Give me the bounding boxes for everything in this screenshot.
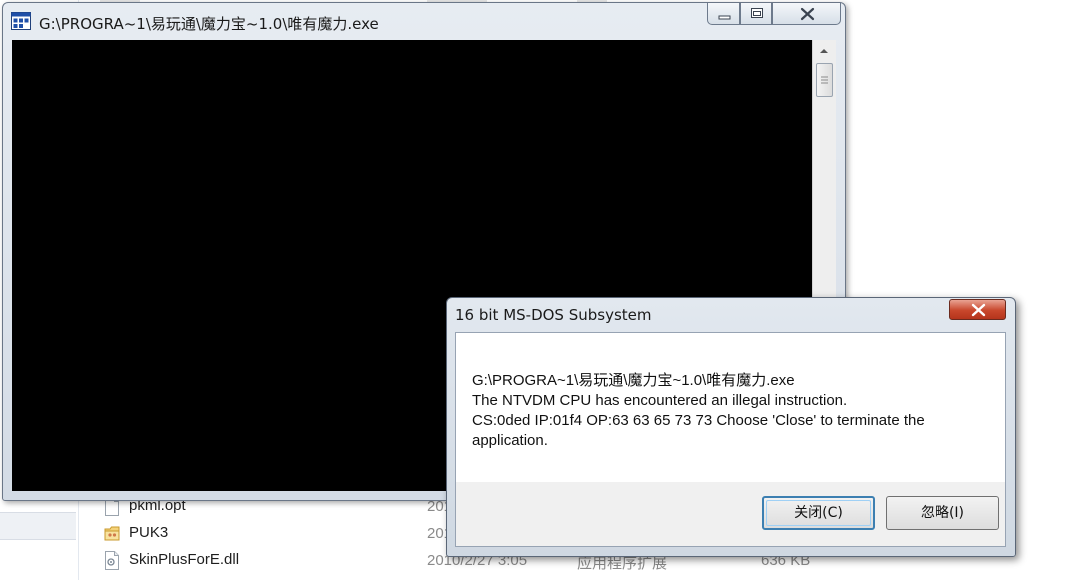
file-name: PUK3 (129, 524, 169, 541)
dialog-close-button[interactable] (949, 299, 1006, 320)
dll-file-icon (105, 551, 119, 570)
ignore-button[interactable]: 忽略(I) (886, 496, 999, 530)
focus-ring (766, 500, 871, 526)
dialog-message: G:\PROGRA~1\易玩通\魔力宝~1.0\唯有魔力.exe The NTV… (472, 371, 992, 451)
file-name: SkinPlusForE.dll (129, 551, 240, 568)
close-icon (800, 7, 815, 21)
console-window-title: G:\PROGRA~1\易玩通\魔力宝~1.0\唯有魔力.exe (39, 15, 379, 33)
close-application-button[interactable]: 关闭(C) (762, 496, 875, 530)
dialog-message-area: G:\PROGRA~1\易玩通\魔力宝~1.0\唯有魔力.exe The NTV… (456, 333, 1005, 482)
minimize-icon (718, 15, 731, 20)
message-line-path: G:\PROGRA~1\易玩通\魔力宝~1.0\唯有魔力.exe (472, 372, 795, 389)
message-line-details: CS:0ded IP:01f4 OP:63 63 65 73 73 Choose… (472, 412, 929, 449)
maximize-icon (751, 8, 763, 18)
console-app-icon[interactable] (11, 12, 31, 30)
maximize-button[interactable] (740, 3, 772, 25)
message-line-error: The NTVDM CPU has encountered an illegal… (472, 392, 848, 409)
minimize-button[interactable] (707, 3, 740, 25)
nav-pane-selected-item[interactable] (0, 512, 76, 540)
scroll-up-icon[interactable] (815, 43, 833, 60)
close-window-button[interactable] (772, 3, 841, 25)
error-dialog: 16 bit MS-DOS Subsystem G:\PROGRA~1\易玩通\… (446, 297, 1016, 557)
grip-icon (821, 76, 828, 84)
console-titlebar[interactable]: G:\PROGRA~1\易玩通\魔力宝~1.0\唯有魔力.exe (3, 3, 845, 40)
dialog-body: G:\PROGRA~1\易玩通\魔力宝~1.0\唯有魔力.exe The NTV… (455, 332, 1006, 547)
folder-icon (104, 526, 120, 541)
scrollbar-thumb[interactable] (816, 63, 833, 97)
dialog-title: 16 bit MS-DOS Subsystem (455, 306, 652, 324)
ignore-label: 忽略(I) (920, 505, 965, 521)
caption-buttons (707, 3, 841, 27)
close-icon (971, 303, 986, 317)
